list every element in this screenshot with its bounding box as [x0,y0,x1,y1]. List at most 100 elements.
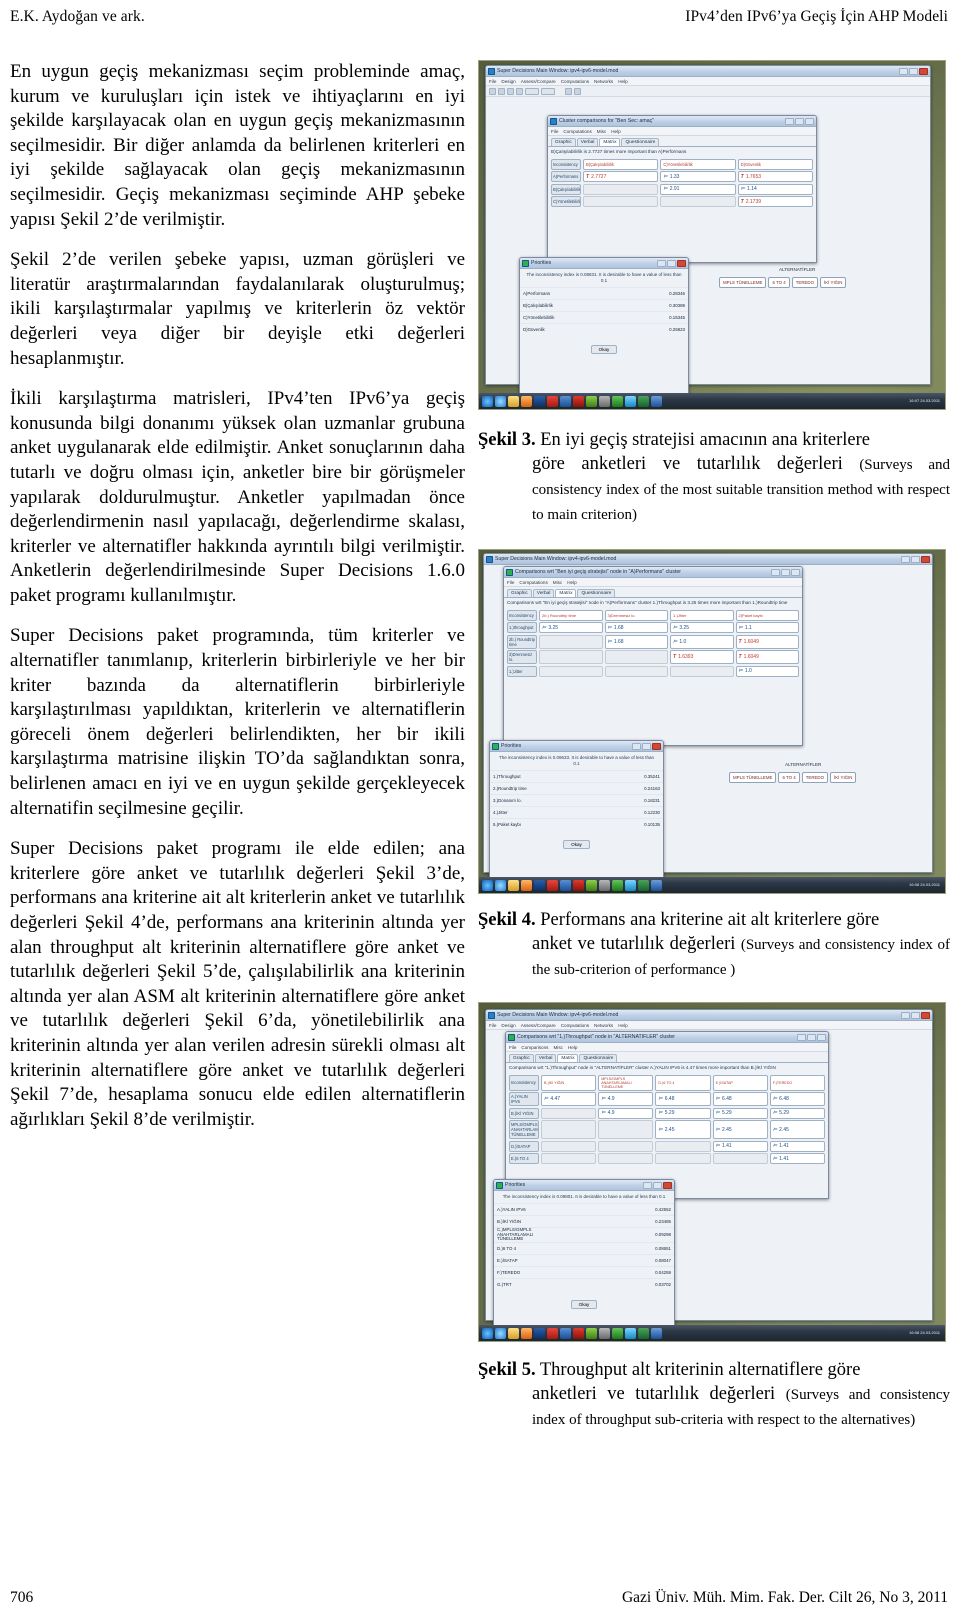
matrix-cell-4-4[interactable]: ⊨ 1.41 [769,1153,826,1165]
ide-icon[interactable] [547,879,558,891]
taskbar-clock[interactable]: 16:07 24.03.2011 [909,398,942,404]
maximize-button[interactable] [909,67,918,75]
cluster-comparison-matrix[interactable]: Inconsistency B)Çalışılabilirlik C)Yönet… [548,157,816,211]
window-controls[interactable] [901,555,930,563]
cluster-icon[interactable] [574,87,581,95]
menu-file[interactable]: File [489,79,496,84]
start-button-icon[interactable] [482,879,493,891]
priorities-close-button[interactable] [677,259,686,267]
matrix-cell-3-3[interactable]: ⊨ 1.41 [712,1140,768,1152]
sync-icon[interactable] [625,395,636,407]
dialog-menu-help[interactable]: Help [567,580,576,585]
matrix-corner-label[interactable]: Inconsistency [507,609,537,621]
explorer-icon[interactable] [508,1327,519,1339]
matrix-cell-3-3[interactable]: ⊨ 1.0 [735,665,799,677]
matrix-cell-0-2[interactable]: T 1.7653 [737,171,813,183]
matrix-row-header-2[interactable]: MPLS/GMPLS ANAHTARLAMALI TÜNELLEME [509,1120,539,1140]
matrix-cell-0-1[interactable]: ⊨ 1.68 [604,622,668,634]
menu-networks[interactable]: Networks [594,79,613,84]
media-player-icon[interactable] [521,879,532,891]
alternative-button-1[interactable]: 6 TO 4 [778,772,800,783]
edit-icon[interactable] [516,87,523,95]
dialog-menu-comparisons[interactable]: Comparisons [521,1045,548,1050]
matrix-corner-label[interactable]: Inconsistency [509,1074,539,1091]
comparisons-dialog-menubar[interactable]: File Computations Misc Help [504,578,802,587]
priorities-okay-button[interactable]: Okay [563,839,590,849]
dialog-menu-computations[interactable]: Computations [519,580,547,585]
addon-icon[interactable] [612,879,623,891]
alternative-button-3[interactable]: İKİ YIĞIN [820,277,847,288]
comparisons-dialog-menubar[interactable]: File Comparisons Misc Help [506,1043,828,1052]
priorities-okay-button[interactable]: Okay [590,344,618,354]
internet-explorer-icon[interactable] [495,395,506,407]
editor-icon[interactable] [560,879,571,891]
addon-icon[interactable] [612,1327,623,1339]
cluster-dialog-menubar[interactable]: File Computations Misc Help [548,127,816,136]
tab-verbal[interactable]: Verbal [576,138,599,146]
tab-verbal[interactable]: Verbal [532,589,555,597]
priorities-close-button[interactable] [652,742,661,750]
main-toolbar[interactable] [486,86,930,97]
matrix-cell-0-0[interactable]: T 2.7727 [583,171,659,183]
cluster-dialog-tabs[interactable]: Graphic Verbal Matrix Questionnaire [548,136,816,147]
cluster-dialog-window-controls[interactable] [785,117,814,125]
comparisons-dialog-tabs[interactable]: Graphic Verbal Matrix Questionnaire [506,1052,828,1063]
matrix-cell-1-4[interactable]: ⊨ 5.29 [769,1107,826,1119]
matrix-row-header-1[interactable]: 2b.) Roundtrip time [507,634,537,649]
windows-taskbar[interactable]: 16:08 24.03.2011 [479,877,945,893]
dialog-menu-misc[interactable]: Misc [597,129,606,134]
dialog-maximize-button[interactable] [795,117,804,125]
matrix-cell-0-2[interactable]: ⊨ 3.25 [670,622,734,634]
main-menubar[interactable]: File Design Assess/Compare Computations … [486,77,930,86]
internet-explorer-icon[interactable] [495,879,506,891]
priorities-okay-button[interactable]: Okay [570,1299,598,1309]
comparisons-window-controls[interactable] [797,1033,826,1041]
dialog-menu-misc[interactable]: Misc [553,1045,562,1050]
ide-icon[interactable] [547,1327,558,1339]
acrobat-icon[interactable] [573,879,584,891]
matrix-cell-2-4[interactable]: ⊨ 2.45 [769,1120,826,1140]
tab-matrix[interactable]: Matrix [557,1054,579,1062]
save-icon[interactable] [498,87,505,95]
dialog-menu-help[interactable]: Help [611,129,620,134]
matrix-cell-1-3[interactable]: ⊨ 5.29 [712,1107,768,1119]
word-icon[interactable] [651,395,662,407]
paint-icon[interactable] [586,395,597,407]
disc-icon[interactable] [599,395,610,407]
window-controls[interactable] [901,1011,930,1019]
ide-icon[interactable] [547,395,558,407]
tab-graphic[interactable]: Graphic [507,589,532,597]
media-player-icon[interactable] [521,1327,532,1339]
cluster-comparisons-dialog[interactable]: Cluster comparisons for "Ben Sec: amaç" … [547,115,817,263]
dialog-menu-misc[interactable]: Misc [553,580,562,585]
hierarchy-icon[interactable] [525,87,539,95]
menu-assess-compare[interactable]: Assess/Compare [521,79,556,84]
sigma-app-icon[interactable] [534,395,545,407]
minimize-button[interactable] [901,555,910,563]
taskbar-clock[interactable]: 16:08 24.03.2011 [909,1330,942,1336]
priorities-titlebar[interactable]: Priorities [520,258,688,269]
matrix-cell-2-3[interactable]: ⊨ 2.45 [712,1120,768,1140]
priorities-window-controls[interactable] [643,1181,672,1189]
priorities-maximize-button[interactable] [667,259,676,267]
main-window-titlebar[interactable]: Super Decisions Main Window: ipv4-ipv6-m… [486,66,930,77]
alternative-button-2[interactable]: TEREDO [801,772,829,783]
matrix-cell-1-2[interactable]: ⊨ 1.0 [670,634,734,649]
matrix-row-header-0[interactable]: A.)YALIN IPV6 [509,1092,539,1107]
dialog-menu-help[interactable]: Help [568,1045,577,1050]
comparisons-dialog-titlebar[interactable]: Comparisons wrt "1.)Throughput" node in … [506,1032,828,1043]
matrix-row-header-2[interactable]: C)Yönetilebilirlik [551,196,581,208]
priorities-dialog[interactable]: Priorities The inconsistency index is 0.… [519,257,689,395]
dialog-menu-file[interactable]: File [507,580,514,585]
paint-icon[interactable] [586,879,597,891]
matrix-cell-0-1[interactable]: ⊨ 4.9 [598,1092,654,1107]
comparisons-dialog[interactable]: Comparisons wrt "Ben iyi geçiş stratejis… [503,566,803,746]
grid-icon[interactable] [565,87,572,95]
windows-taskbar[interactable]: 16:08 24.03.2011 [479,1325,945,1341]
main-menubar[interactable]: File Design Assess/Compare Computations … [486,1021,932,1030]
matrix-cell-1-2[interactable]: ⊨ 5.29 [655,1107,711,1119]
comparisons-dialog-titlebar[interactable]: Comparisons wrt "Ben iyi geçiş stratejis… [504,567,802,578]
word-icon[interactable] [651,879,662,891]
priorities-window-controls[interactable] [657,259,686,267]
explorer-icon[interactable] [508,879,519,891]
